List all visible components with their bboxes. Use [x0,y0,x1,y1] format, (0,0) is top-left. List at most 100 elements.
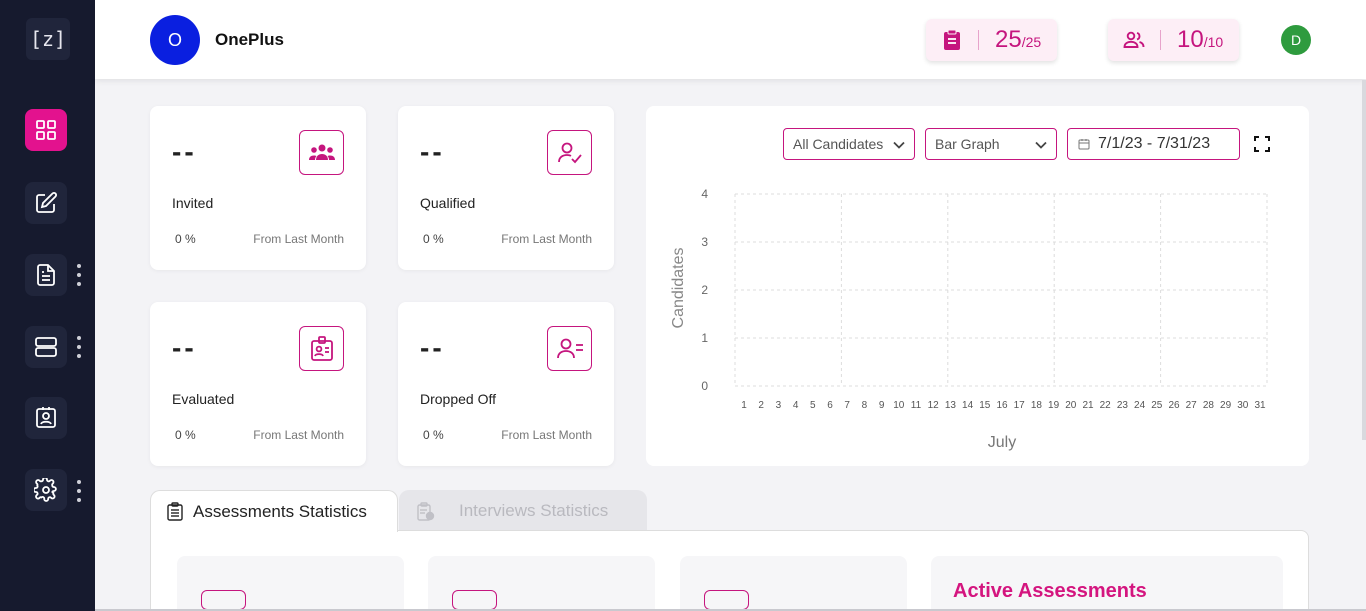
fullscreen-icon[interactable] [1254,136,1270,152]
stat-percent: 0 % [423,428,444,442]
y-tick-label: 0 [701,379,708,393]
stat-value: -- [420,136,445,167]
interview-doc-icon [417,501,435,521]
stat-subtext: From Last Month [253,232,344,246]
active-assessments-card: Active Assessments [931,556,1283,611]
assessments-quota: 25/25 [926,19,1057,61]
graph-type-value: Bar Graph [935,136,1000,152]
assessment-stat-card [680,556,907,611]
bar-chart: 01234 1 2 3 4 5 6 7 8 9 10 11 12 13 14 15 16 17 18 19 20 21 2… [670,187,1268,451]
nav-dashboard[interactable] [25,109,67,151]
x-tick-label: 29 [1220,400,1232,411]
tab-label: Assessments Statistics [193,501,367,521]
y-tick-label: 4 [701,187,708,201]
y-tick-label: 3 [701,235,708,249]
stat-percent: 0 % [175,232,196,246]
org-name: OnePlus [215,30,284,49]
y-axis-label: Candidates [670,248,687,329]
tab-interviews-statistics[interactable]: Interviews Statistics [399,490,647,532]
nav-documents[interactable] [25,254,67,296]
x-tick-label: 25 [1151,400,1163,411]
document-icon [37,264,55,286]
tab-label: Interviews Statistics [459,501,609,520]
users-quota: 10/10 [1108,19,1239,61]
settings-gear-icon [34,478,57,502]
org-avatar[interactable]: O [150,15,200,65]
app-logo[interactable]: [z] [26,18,70,60]
chevron-down-icon [893,141,905,149]
x-tick-label: 17 [1014,400,1026,411]
x-tick-label: 9 [879,400,885,411]
stat-icon-box [547,326,592,371]
nav-edit[interactable] [25,182,67,224]
sidebar: [z] [0,0,95,611]
x-tick-label: 30 [1237,400,1249,411]
x-tick-label: 1 [741,400,747,411]
stat-value: -- [172,136,197,167]
stat-icon-box [547,130,592,175]
chart-panel: All Candidates Bar Graph 7/1/23 - 7/31/2… [646,106,1309,466]
x-tick-label: 3 [776,400,782,411]
x-tick-label: 22 [1100,400,1112,411]
chevron-down-icon [1035,141,1047,149]
nav-profile[interactable] [25,397,67,439]
x-tick-label: 14 [962,400,974,411]
stat-value: -- [172,332,197,363]
assessment-stat-card [428,556,655,611]
x-tick-label: 26 [1168,400,1180,411]
x-tick-label: 20 [1065,400,1077,411]
stat-percent: 0 % [175,428,196,442]
x-tick-label: 7 [844,400,850,411]
x-tick-label: 24 [1134,400,1146,411]
nav-settings[interactable] [25,469,67,511]
date-range-picker[interactable]: 7/1/23 - 7/31/23 [1067,128,1240,160]
nav-server-more[interactable] [76,336,82,358]
users-used: 10 [1177,26,1204,53]
graph-type-select[interactable]: Bar Graph [925,128,1057,160]
candidate-filter-value: All Candidates [793,136,884,152]
tab-assessments-statistics[interactable]: Assessments Statistics [150,490,398,532]
x-tick-label: 13 [945,400,957,411]
stat-icon-box [299,130,344,175]
x-tick-label: 28 [1203,400,1215,411]
stat-subtext: From Last Month [501,428,592,442]
stat-value: -- [420,332,445,363]
stat-icon-box [452,590,497,610]
stat-icon-box [299,326,344,371]
assessment-stat-card [177,556,404,611]
dashboard-grid-icon [36,120,56,140]
stat-label: Evaluated [172,391,235,407]
x-tick-label: 12 [928,400,940,411]
stat-label: Dropped Off [420,391,497,407]
stat-percent: 0 % [423,232,444,246]
x-tick-label: 2 [758,400,764,411]
id-badge-icon [310,335,333,361]
nav-settings-more[interactable] [76,480,82,502]
page-scrollbar[interactable] [1362,80,1366,440]
x-tick-label: 19 [1048,400,1060,411]
candidate-filter-select[interactable]: All Candidates [783,128,915,160]
assessments-total: /25 [1021,34,1042,50]
assessments-used: 25 [995,26,1022,53]
stat-label: Qualified [420,195,476,211]
top-header: O OnePlus 25/25 10/10 D [95,0,1366,79]
x-tick-label: 21 [1082,400,1094,411]
server-icon [35,337,57,357]
x-tick-label: 5 [810,400,816,411]
x-tick-label: 15 [979,400,991,411]
stat-card-evaluated: -- Evaluated 0 % From Last Month [150,302,366,466]
nav-server[interactable] [25,326,67,368]
x-tick-label: 11 [911,400,922,411]
x-tick-label: 23 [1117,400,1129,411]
user-avatar[interactable]: D [1281,25,1311,55]
x-tick-label: 10 [893,400,905,411]
nav-documents-more[interactable] [76,264,82,286]
stat-subtext: From Last Month [253,428,344,442]
active-assessments-title: Active Assessments [953,580,1147,602]
edit-icon [36,192,57,213]
x-axis-label: July [988,434,1016,451]
calendar-icon [1078,139,1090,150]
group-icon [308,144,335,160]
stat-icon-box [704,590,749,610]
x-tick-label: 27 [1186,400,1198,411]
